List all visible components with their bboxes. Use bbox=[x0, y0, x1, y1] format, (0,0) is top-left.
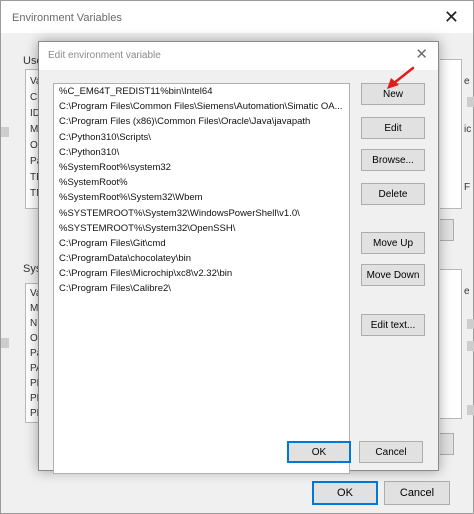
dialog-cancel-button[interactable]: Cancel bbox=[359, 441, 423, 463]
system-values-column: e bbox=[440, 269, 470, 419]
env-window-close-icon[interactable]: ✕ bbox=[444, 7, 459, 28]
scroll-stub bbox=[467, 97, 474, 107]
dialog-ok-button[interactable]: OK bbox=[287, 441, 351, 463]
dialog-close-icon[interactable]: ✕ bbox=[415, 45, 428, 63]
edit-environment-variable-dialog: Edit environment variable ✕ %C_EM64T_RED… bbox=[38, 41, 439, 474]
delete-button[interactable]: Delete bbox=[361, 183, 425, 205]
edit-text-button[interactable]: Edit text... bbox=[361, 314, 425, 336]
move-up-button[interactable]: Move Up bbox=[361, 232, 425, 254]
user-delete-button-clipped[interactable] bbox=[440, 219, 454, 241]
scroll-stub bbox=[1, 338, 9, 348]
clipped-value: e bbox=[464, 76, 470, 87]
list-item[interactable]: C:\Program Files\Git\cmd bbox=[54, 236, 349, 251]
list-item[interactable]: C:\ProgramData\chocolatey\bin bbox=[54, 251, 349, 266]
scroll-stub bbox=[467, 341, 474, 351]
env-window-titlebar: Environment Variables ✕ bbox=[1, 1, 473, 33]
list-item[interactable]: %C_EM64T_REDIST11%bin\Intel64 bbox=[54, 84, 349, 99]
scroll-stub bbox=[467, 405, 474, 415]
clipped-value: F bbox=[464, 182, 471, 193]
list-item[interactable]: C:\Program Files\Calibre2\ bbox=[54, 281, 349, 296]
browse-button[interactable]: Browse... bbox=[361, 149, 425, 171]
list-item[interactable]: C:\Python310\Scripts\ bbox=[54, 130, 349, 145]
scroll-stub bbox=[467, 319, 474, 329]
list-item[interactable]: C:\Program Files (x86)\Common Files\Orac… bbox=[54, 114, 349, 129]
user-values-column: e ic F bbox=[440, 59, 471, 209]
edit-button[interactable]: Edit bbox=[361, 117, 425, 139]
dialog-title: Edit environment variable bbox=[48, 50, 161, 61]
list-item[interactable]: %SYSTEMROOT%\System32\OpenSSH\ bbox=[54, 221, 349, 236]
list-item[interactable]: C:\Program Files\Microchip\xc8\v2.32\bin bbox=[54, 266, 349, 281]
clipped-value: ic bbox=[464, 124, 472, 135]
env-cancel-button[interactable]: Cancel bbox=[384, 481, 450, 505]
env-ok-button[interactable]: OK bbox=[312, 481, 378, 505]
list-item[interactable]: C:\Python310\ bbox=[54, 145, 349, 160]
list-item[interactable]: %SYSTEMROOT%\System32\WindowsPowerShell\… bbox=[54, 206, 349, 221]
path-list[interactable]: %C_EM64T_REDIST11%bin\Intel64 C:\Program… bbox=[53, 83, 350, 474]
list-item[interactable]: %SystemRoot%\system32 bbox=[54, 160, 349, 175]
dialog-titlebar: Edit environment variable ✕ bbox=[39, 42, 438, 70]
scroll-stub bbox=[1, 127, 9, 137]
clipped-value: e bbox=[464, 286, 470, 297]
system-delete-button-clipped[interactable] bbox=[440, 433, 454, 455]
move-down-button[interactable]: Move Down bbox=[361, 264, 425, 286]
env-window-title: Environment Variables bbox=[12, 12, 122, 24]
annotation-arrow-icon bbox=[387, 66, 415, 89]
list-item[interactable]: C:\Program Files\Common Files\Siemens\Au… bbox=[54, 99, 349, 114]
list-item[interactable]: %SystemRoot%\System32\Wbem bbox=[54, 190, 349, 205]
list-item[interactable]: %SystemRoot% bbox=[54, 175, 349, 190]
